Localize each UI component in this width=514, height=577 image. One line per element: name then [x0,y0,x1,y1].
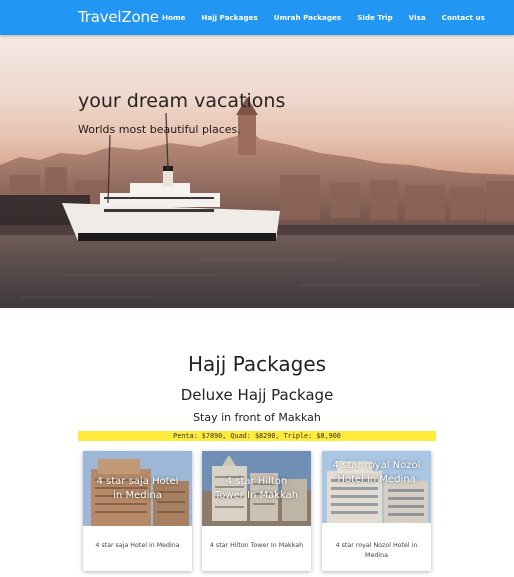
hero-subtitle: Worlds most beautiful places. [78,123,241,136]
hero-banner: your dream vacations Worlds most beautif… [0,35,514,308]
package-title: Deluxe Hajj Package [180,386,334,404]
nav-link-home[interactable]: Home [162,13,193,22]
hotel-card-nozol[interactable]: 4 star royal Nozol Hotel in Medina 4 sta… [322,451,431,571]
hotel-card-hilton[interactable]: 4 star Hilton Tower In Makkah 4 star Hil… [202,451,311,571]
hotel-card-caption: 4 star royal Nozol Hotel in Medina [335,542,418,559]
hotel-image-caption: 4 star Hilton Tower In Makkah [214,475,299,501]
hotel-image-caption: 4 star royal Nozol Hotel in Medina [332,460,421,485]
nav-link-hajj-packages[interactable]: Hajj Packages [201,13,265,22]
nav-link-side-trip[interactable]: Side Trip [357,13,400,22]
hero-city-image [0,97,514,308]
price-bar: Penta: $7890, Quad: $8290, Triple: $8,90… [78,431,436,441]
hotel-image-caption: 4 star saja Hotel in Medina [96,475,179,501]
hotel-card-caption: 4 star saja Hotel in Medina [95,542,180,549]
top-navbar: TravelZone Home Hajj Packages Umrah Pack… [0,0,514,35]
brand-logo[interactable]: TravelZone [78,8,159,26]
nav-link-visa[interactable]: Visa [409,13,434,22]
package-tagline: Stay in front of Makkah [193,411,321,424]
nav-link-umrah-packages[interactable]: Umrah Packages [274,13,349,22]
nav-link-contact-us[interactable]: Contact us [442,13,493,22]
hotel-card-saja[interactable]: 4 star saja Hotel in Medina 4 star saja … [83,451,192,571]
section-title: Hajj Packages [187,352,327,376]
hero-title: your dream vacations [78,90,286,112]
nav-links: Home Hajj Packages Umrah Packages Side T… [162,0,501,35]
hotel-card-caption: 4 star Hilton Tower In Makkah [209,542,304,549]
